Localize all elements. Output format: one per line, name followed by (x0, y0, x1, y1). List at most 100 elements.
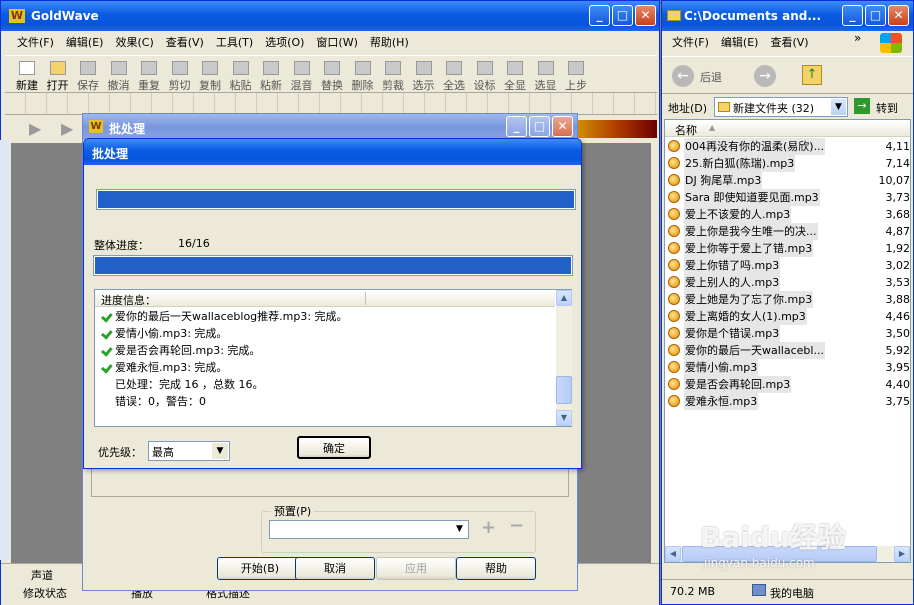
audio-file-icon (668, 208, 680, 220)
batch-outer-maximize-button[interactable]: □ (529, 116, 550, 137)
scroll-thumb[interactable] (556, 376, 572, 404)
priority-select[interactable]: 最高 ▼ (148, 441, 230, 461)
explorer-maximize-button[interactable]: □ (865, 5, 886, 26)
toolbar-button[interactable]: 选显 (532, 60, 560, 92)
go-arrow-icon[interactable]: → (854, 98, 870, 114)
chevron-down-icon[interactable]: ▼ (452, 522, 467, 537)
chevron-more-icon[interactable]: » (854, 31, 861, 45)
audio-file-icon (668, 276, 680, 288)
toolbar-button[interactable]: 上步 (562, 60, 590, 92)
column-name-label[interactable]: 名称 (675, 122, 697, 138)
file-row[interactable]: 爱上你是我今生唯一的决... 4,87 (668, 223, 910, 240)
file-row[interactable]: 爱上你错了吗.mp3 3,02 (668, 257, 910, 274)
file-size: 4,40 (883, 376, 910, 393)
play-icon[interactable]: ▶ (29, 119, 41, 138)
batch-outer-close-button[interactable]: ✕ (552, 116, 573, 137)
file-row[interactable]: 爱上别人的人.mp3 3,53 (668, 274, 910, 291)
help-button[interactable]: 帮助 (456, 557, 536, 580)
cancel-button[interactable]: 取消 (295, 557, 375, 580)
file-row[interactable]: 爱你的最后一天wallacebl... 5,92 (668, 342, 910, 359)
batch-outer-titlebar[interactable]: W 批处理 _ □ ✕ (83, 114, 577, 140)
ok-button[interactable]: 确定 (297, 436, 371, 459)
toolbar-button[interactable]: 复制 (196, 60, 224, 92)
address-field[interactable]: 新建文件夹 (32) ▼ (714, 97, 848, 117)
file-row[interactable]: 爱难永恒.mp3 3,75 (668, 393, 910, 410)
toolbar-button[interactable]: 粘新 (257, 60, 285, 92)
toolbar-button[interactable]: 重复 (135, 60, 163, 92)
toolbar-button[interactable]: 混音 (288, 60, 316, 92)
explorer-minimize-button[interactable]: _ (842, 5, 863, 26)
scroll-down-icon[interactable]: ▼ (556, 410, 572, 426)
toolbar-button[interactable]: 设标 (471, 60, 499, 92)
toolbar-button[interactable]: 新建 (13, 60, 41, 92)
minimize-button[interactable]: _ (589, 5, 610, 26)
toolbar-icon (476, 61, 493, 75)
gw-menu-item[interactable]: 帮助(H) (364, 33, 415, 53)
toolbar-button[interactable]: 剪切 (166, 60, 194, 92)
toolbar-button[interactable]: 替换 (318, 60, 346, 92)
go-label[interactable]: 转到 (876, 100, 898, 116)
goldwave-menubar: 文件(F) 编辑(E) 效果(C) 查看(V) 工具(T) 选项(O) 窗口(W) 帮助(H) (11, 33, 651, 53)
scroll-up-icon[interactable]: ▲ (556, 290, 572, 306)
column-header[interactable]: 名称 ▲ (665, 120, 910, 137)
file-row[interactable]: 004再没有你的温柔(易欣)... 4,11 (668, 138, 910, 155)
file-row[interactable]: 爱上不该爱的人.mp3 3,68 (668, 206, 910, 223)
file-row[interactable]: 25.新白狐(陈瑞).mp3 7,14 (668, 155, 910, 172)
toolbar-button[interactable]: 撤消 (105, 60, 133, 92)
apply-button[interactable]: 应用 (376, 557, 456, 580)
gw-menu-item[interactable]: 效果(C) (109, 33, 159, 53)
up-folder-icon[interactable]: ↑ (802, 65, 822, 85)
file-row[interactable]: 爱上她是为了忘了你.mp3 3,88 (668, 291, 910, 308)
goldwave-titlebar[interactable]: W GoldWave _ □ ✕ (1, 1, 659, 31)
file-size: 4,11 (883, 138, 910, 155)
file-row[interactable]: 爱上你等于爱上了错.mp3 1,92 (668, 240, 910, 257)
gw-menu-item[interactable]: 查看(V) (160, 33, 210, 53)
gw-menu-item[interactable]: 文件(F) (11, 33, 60, 53)
add-preset-icon[interactable]: + (481, 517, 496, 538)
file-row[interactable]: 爱你是个错误.mp3 3,50 (668, 325, 910, 342)
toolbar-button[interactable]: 粘贴 (227, 60, 255, 92)
gw-menu-item[interactable]: 编辑(E) (60, 33, 110, 53)
ex-menu-item[interactable]: 查看(V) (764, 33, 814, 53)
gw-menu-item[interactable]: 选项(O) (259, 33, 310, 53)
toolbar-button[interactable]: 保存 (74, 60, 102, 92)
scroll-left-icon[interactable]: ◀ (665, 546, 681, 562)
gw-menu-item[interactable]: 窗口(W) (310, 33, 363, 53)
toolbar-button[interactable]: 删除 (349, 60, 377, 92)
close-button[interactable]: ✕ (635, 5, 656, 26)
back-label[interactable]: 后退 (700, 69, 722, 85)
file-row[interactable]: 爱情小偷.mp3 3,95 (668, 359, 910, 376)
log-scrollbar[interactable]: ▲ ▼ (556, 290, 572, 426)
file-row[interactable]: DJ 狗尾草.mp3 10,07 (668, 172, 910, 189)
ex-menu-item[interactable]: 编辑(E) (715, 33, 765, 53)
maximize-button[interactable]: □ (612, 5, 633, 26)
explorer-close-button[interactable]: ✕ (888, 5, 909, 26)
toolbar-button[interactable]: 全显 (501, 60, 529, 92)
remove-preset-icon[interactable]: − (509, 515, 524, 536)
ex-menu-item[interactable]: 文件(F) (666, 33, 715, 53)
toolbar-button[interactable]: 选示 (410, 60, 438, 92)
file-row[interactable]: 爱上离婚的女人(1).mp3 4,46 (668, 308, 910, 325)
progress-info-list[interactable]: 进度信息： 爱你的最后一天wallaceblog推荐.mp3: 完成。 爱情小偷.… (94, 289, 572, 427)
gw-menu-item[interactable]: 工具(T) (210, 33, 259, 53)
overall-progress-label: 整体进度： (94, 239, 149, 252)
batch-outer-minimize-button[interactable]: _ (506, 116, 527, 137)
explorer-titlebar[interactable]: C:\Documents and... _ □ ✕ (662, 1, 913, 31)
forward-arrow-icon[interactable]: → (754, 65, 776, 87)
batch-dialog-titlebar[interactable]: 批处理 (84, 139, 581, 165)
goldwave-logo-icon: W (9, 9, 25, 23)
toolbar-button[interactable]: 剪裁 (379, 60, 407, 92)
play-selection-icon[interactable]: ▶ (61, 119, 73, 138)
scroll-right-icon[interactable]: ▶ (894, 546, 910, 562)
start-button[interactable]: 开始(B) (217, 557, 303, 580)
toolbar-button[interactable]: 全选 (440, 60, 468, 92)
file-name: 爱你的最后一天wallacebl... (684, 342, 825, 359)
chevron-down-icon[interactable]: ▼ (212, 443, 228, 459)
toolbar-button[interactable]: 打开 (44, 60, 72, 92)
windows-logo-icon (880, 33, 902, 53)
preset-select[interactable]: ▼ (269, 520, 469, 539)
back-arrow-icon[interactable]: ← (672, 65, 694, 87)
file-row[interactable]: Sara 即使知道要见面.mp3 3,73 (668, 189, 910, 206)
file-row[interactable]: 爱是否会再轮回.mp3 4,40 (668, 376, 910, 393)
chevron-down-icon[interactable]: ▼ (831, 99, 846, 115)
